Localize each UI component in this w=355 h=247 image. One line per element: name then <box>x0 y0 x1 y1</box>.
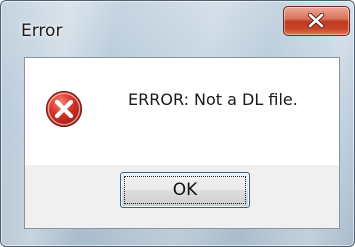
ok-button-label: OK <box>172 180 198 200</box>
dialog-body: ERROR: Not a DL file. OK <box>24 57 340 229</box>
message-area: ERROR: Not a DL file. <box>25 58 339 165</box>
error-dialog: Error ERROR: Not a DL file. OK <box>0 0 355 247</box>
title-bar[interactable]: Error <box>1 1 354 57</box>
ok-button[interactable]: OK <box>120 172 250 208</box>
error-message: ERROR: Not a DL file. <box>128 90 298 109</box>
close-button[interactable] <box>283 6 350 36</box>
window-title: Error <box>21 21 63 41</box>
error-icon <box>45 90 83 128</box>
close-icon <box>307 13 325 28</box>
